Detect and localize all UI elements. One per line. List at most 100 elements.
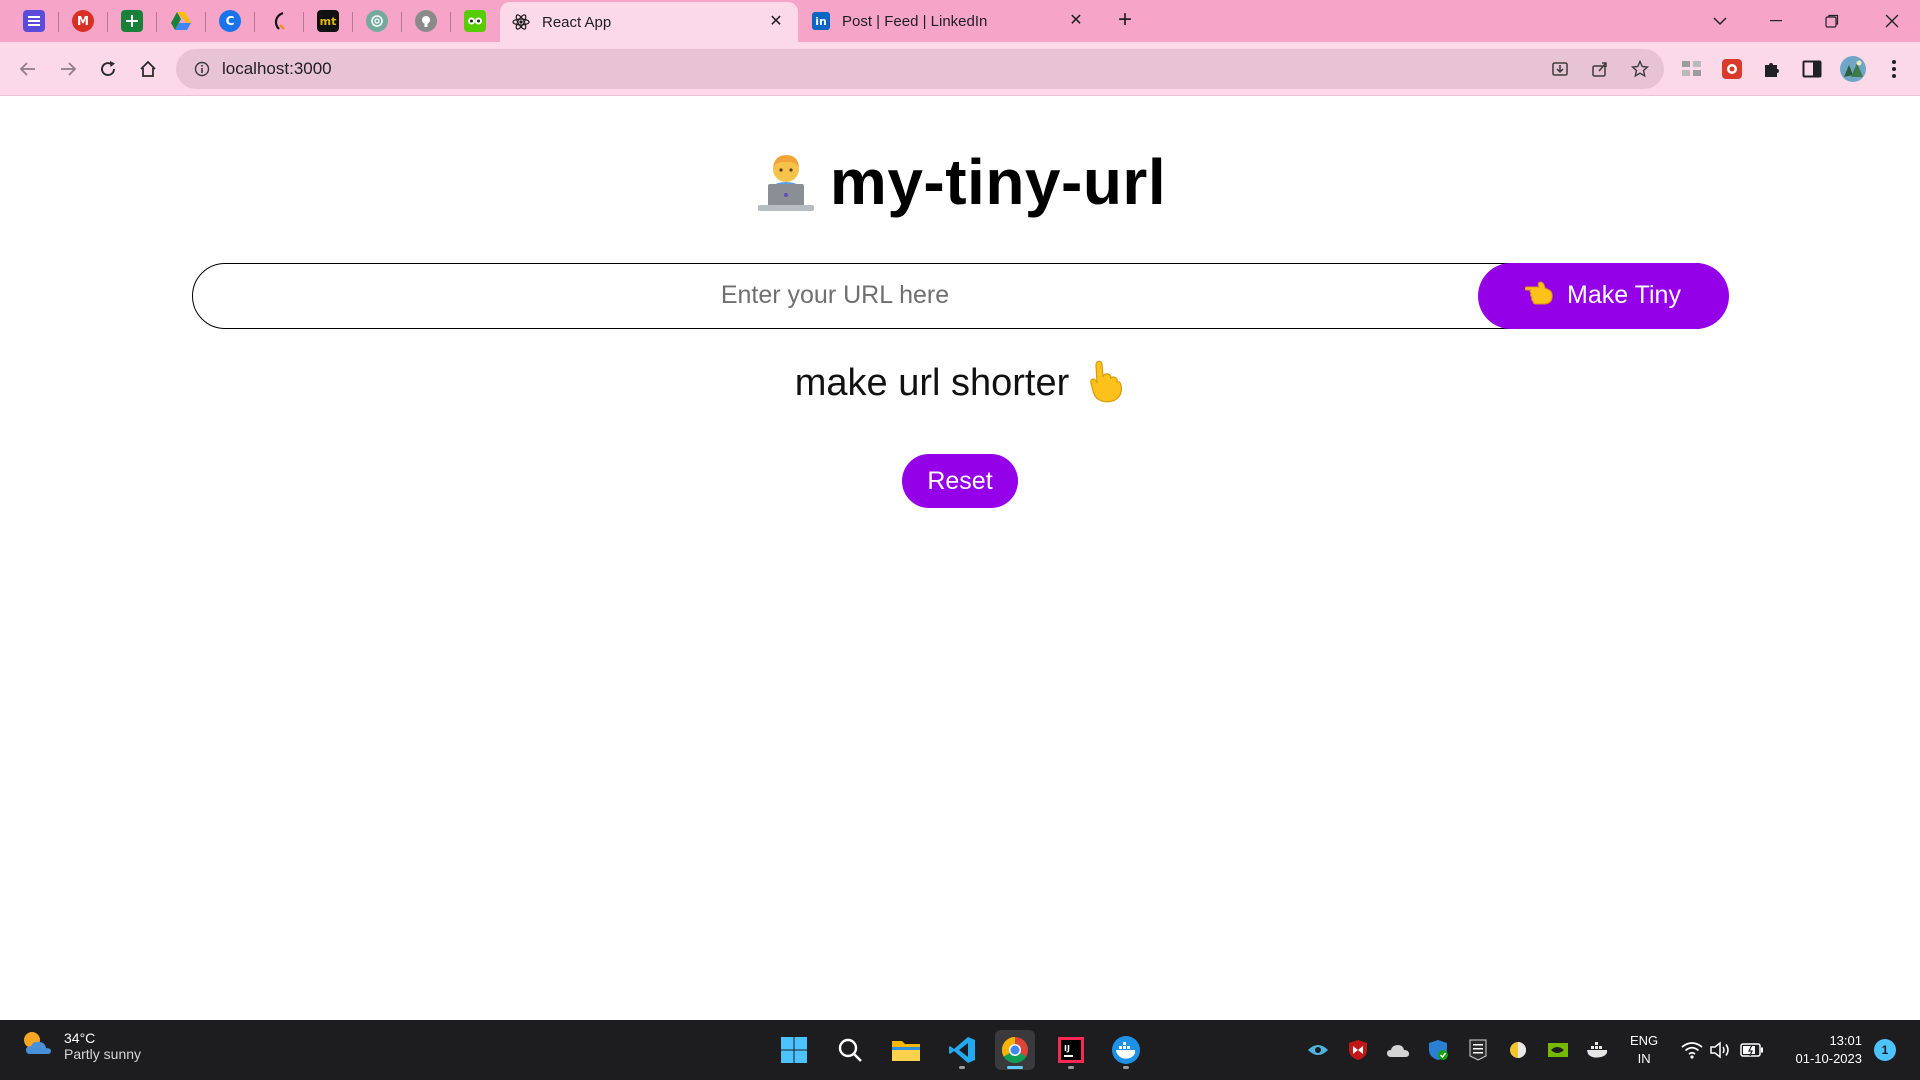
taskbar-chrome[interactable] — [995, 1030, 1035, 1070]
extensions-puzzle-icon[interactable] — [1760, 57, 1784, 81]
tab-title: React App — [542, 13, 612, 31]
tray-defender-icon[interactable] — [1426, 1038, 1450, 1062]
taskbar-docker[interactable] — [1106, 1030, 1146, 1070]
taskbar-file-explorer[interactable] — [886, 1030, 926, 1070]
google-tasks-icon — [23, 10, 45, 32]
pinned-tab-c-app[interactable]: C — [206, 0, 254, 42]
app-header: my-tiny-url — [0, 145, 1920, 219]
search-icon — [838, 1038, 862, 1062]
tray-night-light-icon[interactable] — [1506, 1038, 1530, 1062]
browser-toolbar: localhost:3000 — [0, 42, 1920, 96]
wifi-icon[interactable] — [1680, 1038, 1704, 1062]
tray-epic-games-icon[interactable] — [1466, 1038, 1490, 1062]
browser-tab-strip: M C mt React App ✕ in Post | Feed | Link… — [0, 0, 1920, 42]
tab-linkedin[interactable]: in Post | Feed | LinkedIn ✕ — [800, 0, 1098, 42]
close-icon — [1885, 14, 1899, 28]
pinned-tab-duolingo[interactable] — [451, 0, 499, 42]
intellij-icon: IJ — [1058, 1037, 1084, 1063]
region-code: IN — [1637, 1051, 1651, 1066]
windows-taskbar: 34°C Partly sunny IJ ENG IN 13:01 01-10-… — [0, 1020, 1920, 1080]
profile-avatar[interactable] — [1838, 54, 1868, 84]
input-language-indicator[interactable]: ENG IN — [1630, 1032, 1658, 1068]
tray-eye-app-icon[interactable] — [1306, 1038, 1330, 1062]
google-drive-icon — [170, 10, 192, 32]
extension-red-icon[interactable] — [1720, 57, 1744, 81]
reload-button[interactable] — [92, 53, 124, 85]
tab-search-button[interactable] — [1692, 0, 1748, 42]
new-tab-button[interactable]: + — [1112, 8, 1138, 34]
back-button[interactable] — [12, 53, 44, 85]
chrome-icon — [1001, 1036, 1028, 1064]
windows-start-button[interactable] — [774, 1030, 814, 1070]
browser-menu-icon[interactable] — [1882, 57, 1906, 81]
pinned-tab-monkeytype[interactable]: mt — [304, 0, 352, 42]
close-window-button[interactable] — [1864, 0, 1920, 42]
pinned-tab-sheets[interactable] — [108, 0, 156, 42]
pinned-tab-github[interactable] — [402, 0, 450, 42]
forward-button[interactable] — [52, 53, 84, 85]
share-icon[interactable] — [1588, 57, 1612, 81]
clock-date: 01-10-2023 — [1795, 1051, 1863, 1066]
system-clock[interactable]: 13:01 01-10-2023 — [1776, 1032, 1863, 1068]
restore-button[interactable] — [1804, 0, 1860, 42]
clock-time: 13:01 — [1829, 1033, 1862, 1048]
url-input[interactable] — [193, 264, 1477, 327]
weather-widget[interactable]: 34°C Partly sunny — [20, 1028, 141, 1063]
minimize-button[interactable] — [1748, 0, 1804, 42]
duolingo-icon — [464, 10, 486, 32]
vscode-icon — [949, 1037, 975, 1063]
reload-icon — [101, 61, 115, 76]
docker-icon — [1112, 1036, 1140, 1064]
tab-close-button[interactable]: ✕ — [1066, 11, 1086, 31]
pinned-tab-hashnode[interactable] — [255, 0, 303, 42]
bookmark-star-icon[interactable] — [1628, 57, 1652, 81]
windows-start-icon — [781, 1037, 807, 1063]
tagline-row: make url shorter — [0, 359, 1920, 408]
monkeytype-icon: mt — [317, 10, 339, 32]
c-app-icon: C — [219, 10, 241, 32]
tray-onedrive-icon[interactable] — [1386, 1038, 1410, 1062]
taskbar-vscode[interactable] — [942, 1030, 982, 1070]
pinned-tab-chatgpt[interactable] — [353, 0, 401, 42]
technologist-emoji-icon — [754, 150, 818, 214]
arrow-right-icon — [61, 62, 77, 76]
site-info-icon[interactable] — [182, 61, 222, 77]
pinned-tab-gmail[interactable]: M — [59, 0, 107, 42]
tagline-text: make url shorter — [794, 362, 1070, 404]
language-code: ENG — [1630, 1033, 1659, 1048]
address-bar[interactable]: localhost:3000 — [176, 49, 1664, 89]
minimize-icon — [1770, 20, 1782, 22]
tray-nvidia-icon[interactable] — [1546, 1038, 1570, 1062]
tray-mcafee-icon[interactable] — [1346, 1038, 1370, 1062]
install-app-icon[interactable] — [1548, 57, 1572, 81]
pinned-tab-tasks[interactable] — [10, 0, 58, 42]
linkedin-icon: in — [812, 12, 830, 30]
address-text: localhost:3000 — [222, 59, 332, 78]
page-content: my-tiny-url Make Tiny make url shorter R… — [0, 97, 1920, 1020]
react-icon — [512, 13, 530, 31]
home-button[interactable] — [132, 53, 164, 85]
arrow-left-icon — [19, 62, 35, 76]
url-form: Make Tiny — [192, 262, 1729, 329]
pinned-tab-drive[interactable] — [157, 0, 205, 42]
chatgpt-icon — [366, 10, 388, 32]
weather-temperature: 34°C — [64, 1029, 96, 1046]
extension-grayscale-icon[interactable] — [1680, 57, 1704, 81]
make-tiny-button[interactable]: Make Tiny — [1477, 262, 1729, 329]
taskbar-search-button[interactable] — [830, 1030, 870, 1070]
notification-badge[interactable]: 1 — [1874, 1039, 1896, 1061]
partly-sunny-icon — [20, 1028, 54, 1063]
tab-close-button[interactable]: ✕ — [766, 12, 786, 32]
side-panel-icon[interactable] — [1800, 57, 1824, 81]
github-icon — [415, 10, 437, 32]
reset-button[interactable]: Reset — [902, 454, 1018, 508]
make-tiny-label: Make Tiny — [1567, 281, 1681, 309]
battery-icon[interactable] — [1740, 1038, 1764, 1062]
volume-icon[interactable] — [1708, 1038, 1732, 1062]
taskbar-intellij[interactable]: IJ — [1051, 1030, 1091, 1070]
pointing-up-emoji-icon — [1085, 359, 1125, 408]
chevron-down-icon — [1713, 17, 1727, 26]
tab-react-app[interactable]: React App ✕ — [500, 2, 798, 42]
restore-icon — [1825, 14, 1839, 28]
tray-docker-icon[interactable] — [1586, 1038, 1610, 1062]
